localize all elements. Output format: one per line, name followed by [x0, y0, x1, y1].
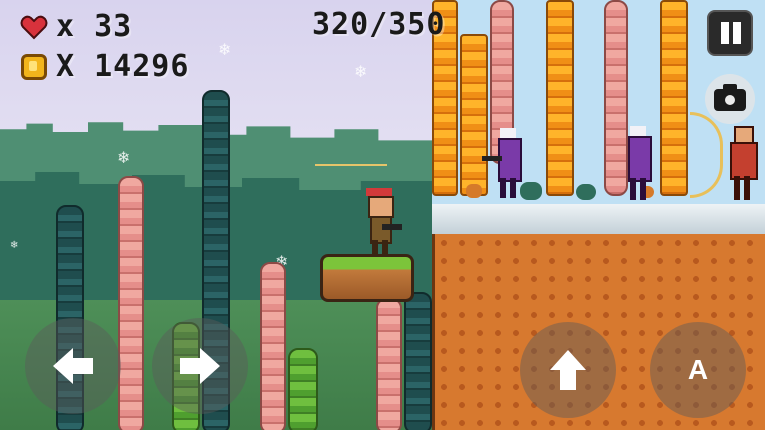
game-screen: ❄ ❄ ❄ ❄ ❄ ❄ ❄ — [0, 0, 765, 430]
enemy-hair — [630, 126, 646, 136]
player-leg — [372, 240, 378, 254]
snowflake: ❄ — [117, 148, 131, 167]
player-leg — [382, 240, 388, 254]
arrow-left-icon — [53, 348, 93, 384]
snowflake: ❄ — [218, 40, 232, 59]
move-right-button[interactable] — [152, 318, 248, 414]
enemy-body — [628, 136, 652, 182]
floating-platform — [320, 254, 414, 302]
archer-leg — [744, 176, 750, 200]
orange-pillar — [460, 34, 488, 196]
enemy-hair — [500, 128, 516, 138]
snowflake: ❄ — [354, 62, 368, 81]
orange-pillar — [546, 0, 574, 196]
pink-pillar — [260, 262, 286, 430]
enemy-leg — [630, 178, 636, 200]
enemy-gun — [482, 156, 502, 161]
heart-icon — [20, 15, 48, 40]
arrow-projectile — [315, 164, 387, 166]
pumpkin — [466, 184, 482, 198]
bush — [576, 184, 596, 200]
snowy-ledge — [432, 204, 765, 237]
coin-icon — [21, 54, 47, 80]
pink-pillar — [118, 176, 144, 430]
player-gun — [382, 224, 402, 230]
lives-count: x 33 — [56, 9, 133, 44]
archer-bow — [690, 112, 723, 198]
pause-icon — [721, 22, 729, 44]
pause-icon — [733, 22, 741, 44]
enemy-leg — [500, 178, 506, 198]
enemy-leg — [510, 178, 516, 198]
green-pillar — [288, 348, 318, 430]
pause-button[interactable] — [707, 10, 753, 56]
arrow-up-icon — [550, 350, 586, 390]
enemy-leg — [640, 178, 646, 200]
camera-icon — [723, 93, 737, 107]
archer-leg — [734, 176, 740, 200]
enemy-soldier — [482, 128, 524, 200]
camera-button[interactable] — [705, 74, 755, 124]
player-head — [368, 196, 394, 218]
action-a-button[interactable]: A — [650, 322, 746, 418]
move-left-button[interactable] — [25, 318, 121, 414]
snowflake: ❄ — [10, 240, 19, 251]
dark-pillar — [404, 292, 432, 430]
pink-pillar — [376, 298, 402, 430]
orange-pillar — [660, 0, 688, 196]
coin-count: X 14296 — [56, 49, 190, 84]
player-bandana — [366, 188, 392, 196]
jump-button[interactable] — [520, 322, 616, 418]
enemy-archer — [690, 112, 760, 204]
player-character — [362, 186, 402, 254]
level-progress: 320/350 — [312, 7, 446, 42]
archer-body — [730, 142, 758, 180]
arrow-right-icon — [180, 348, 220, 384]
enemy-soldier — [624, 126, 654, 202]
action-a-label: A — [687, 354, 709, 385]
